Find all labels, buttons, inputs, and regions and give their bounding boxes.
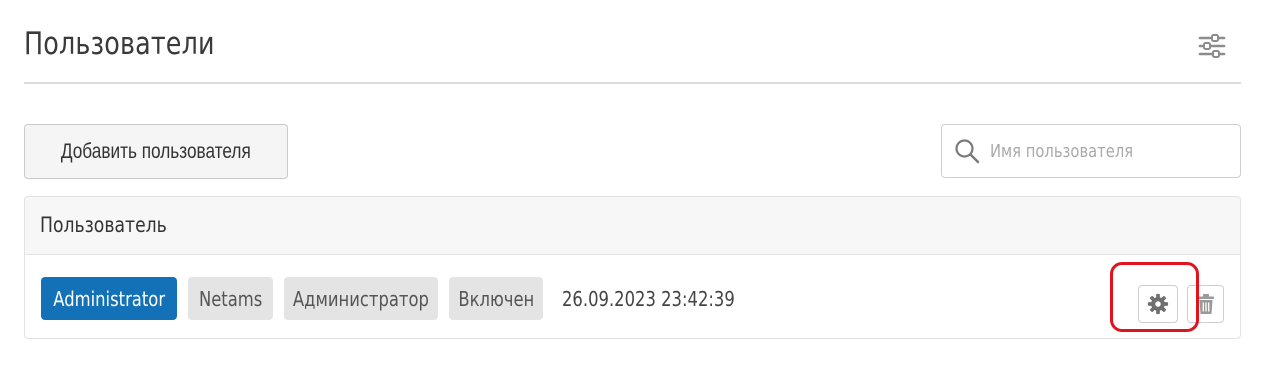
filter-settings-button[interactable]: [1197, 32, 1227, 60]
status-badge: Включен: [449, 277, 543, 320]
add-user-button-label: Добавить пользователя: [61, 139, 251, 163]
group-badge: Netams: [188, 277, 273, 320]
delete-user-button[interactable]: [1187, 285, 1224, 323]
last-login-date: 26.09.2023 23:42:39: [562, 287, 735, 311]
users-page: Пользователи Добавить пользователя Имя п…: [0, 0, 1266, 366]
role-text: Администратор: [293, 286, 430, 311]
add-user-button[interactable]: Добавить пользователя: [24, 124, 288, 179]
column-header-user: Пользователь: [40, 213, 167, 237]
status-text: Включен: [458, 286, 534, 311]
table-header: Пользователь: [25, 197, 1240, 255]
group-text: Netams: [198, 286, 263, 311]
trash-icon: [1197, 294, 1214, 314]
gear-icon: [1147, 293, 1169, 315]
role-badge: Администратор: [284, 277, 438, 320]
user-settings-button[interactable]: [1138, 285, 1178, 323]
username-badge[interactable]: Administrator: [41, 277, 177, 320]
search-box[interactable]: [941, 124, 1241, 178]
page-title: Пользователи: [24, 26, 215, 62]
users-table: Пользователь Administrator Netams Админи…: [24, 196, 1241, 339]
search-input[interactable]: [990, 135, 1187, 167]
username-text: Administrator: [53, 286, 165, 311]
sliders-icon: [1198, 34, 1226, 58]
table-row: Administrator Netams Администратор Включ…: [25, 255, 1240, 338]
page-header: Пользователи: [24, 0, 1241, 84]
search-icon: [955, 139, 980, 164]
